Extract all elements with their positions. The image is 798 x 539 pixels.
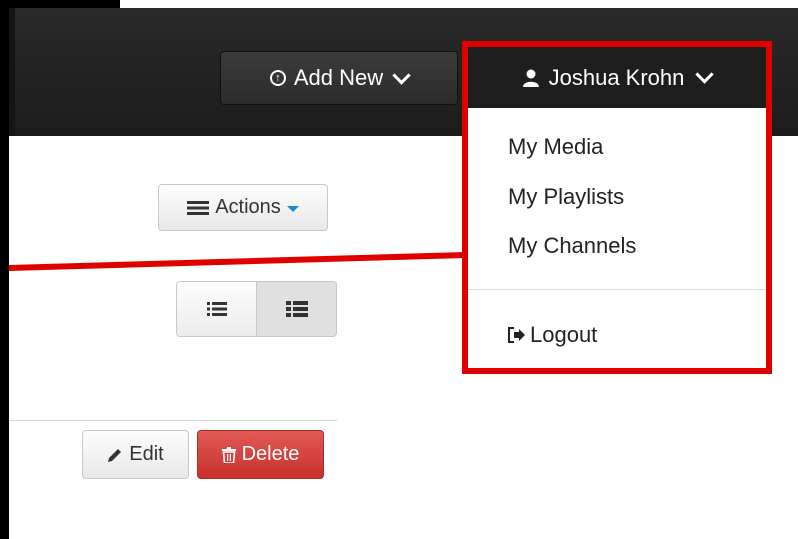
detail-view-button[interactable]: [256, 282, 336, 336]
add-new-label: Add New: [293, 65, 384, 90]
list-view-button[interactable]: [177, 282, 256, 336]
trash-icon: [221, 446, 236, 463]
delete-label: Delete: [241, 443, 300, 465]
view-toggle-group: [176, 281, 337, 337]
pencil-icon: [108, 448, 122, 462]
frame-left-border: [0, 0, 9, 539]
edit-label: Edit: [129, 443, 164, 465]
row-divider: [9, 420, 337, 421]
annotation-highlight-box: [462, 41, 772, 374]
caret-down-icon: [286, 205, 299, 212]
actions-dropdown-button[interactable]: Actions: [158, 184, 328, 231]
page-background-top: [9, 0, 798, 8]
circle-arrow-up-icon: ↑: [269, 70, 286, 86]
chevron-down-icon: [392, 65, 411, 85]
list-icon: [187, 200, 210, 215]
navbar-edge: [9, 8, 15, 136]
frame-tab: [0, 0, 120, 8]
edit-button[interactable]: Edit: [82, 430, 189, 479]
delete-button[interactable]: Delete: [197, 430, 324, 479]
detail-list-icon: [285, 301, 308, 317]
list-view-icon: [206, 302, 227, 316]
add-new-button[interactable]: ↑ Add New: [220, 51, 458, 105]
actions-label: Actions: [215, 196, 281, 218]
